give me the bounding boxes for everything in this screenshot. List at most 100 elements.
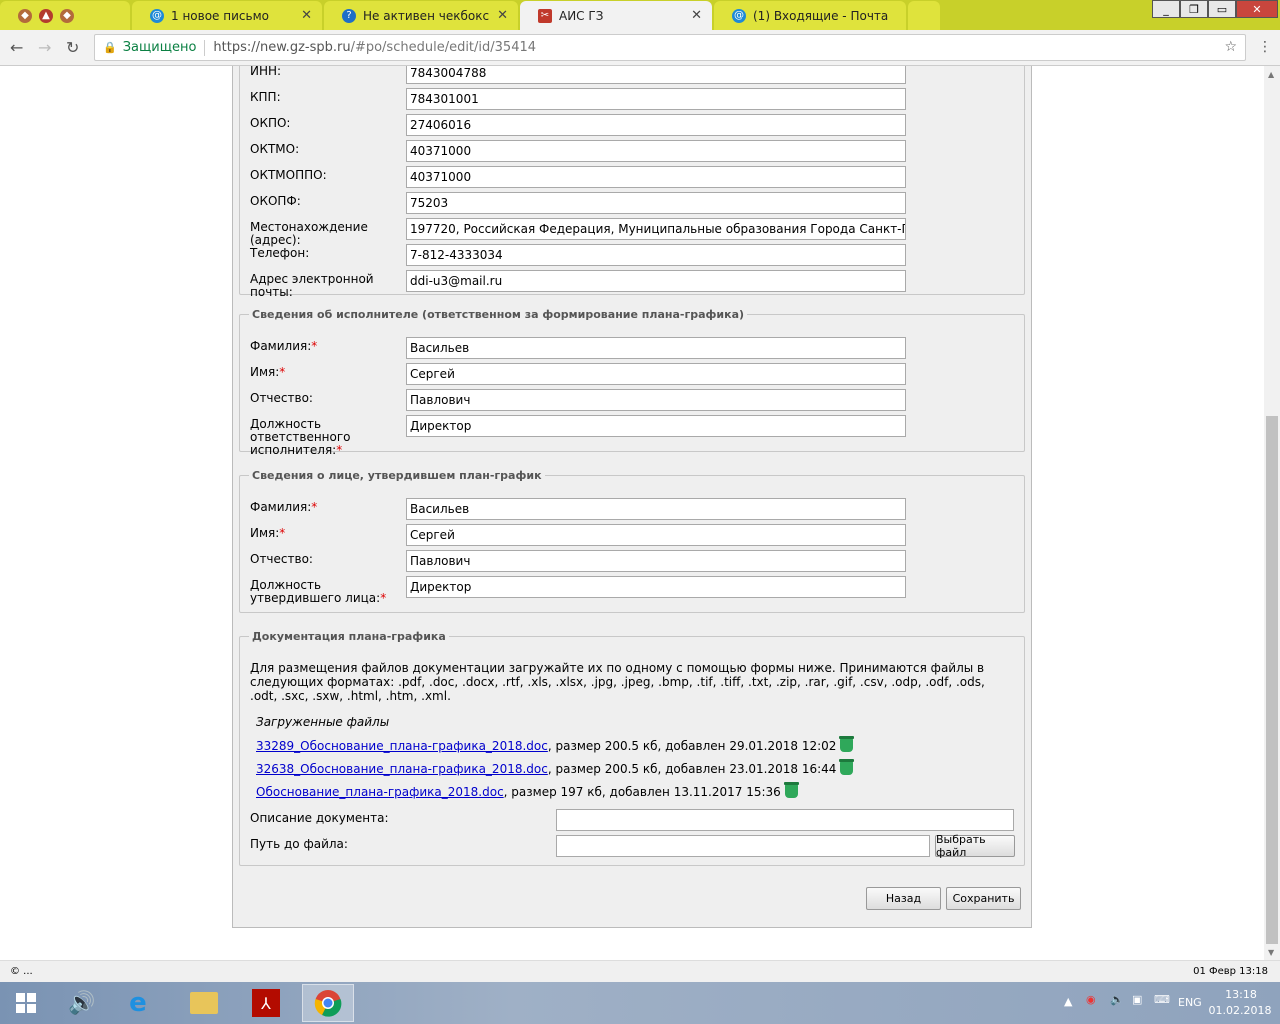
- address-bar[interactable]: 🔒 Защищено https://new.gz-spb.ru /#po/sc…: [94, 34, 1246, 61]
- field-exec-position: Должность ответственного исполнителя:* Д…: [250, 415, 1010, 457]
- minimize-icon[interactable]: _: [1152, 0, 1180, 18]
- restore-icon[interactable]: ❐: [1180, 0, 1208, 18]
- tab-ais-gz[interactable]: ✂ АИС ГЗ ✕: [520, 1, 712, 30]
- network-icon[interactable]: ▣: [1132, 993, 1142, 1006]
- taskbar-ie[interactable]: e: [112, 984, 164, 1022]
- field-appr-lastname: Фамилия:* Васильев: [250, 498, 1010, 520]
- reload-icon[interactable]: ↻: [66, 38, 79, 57]
- required-mark: *: [311, 500, 318, 514]
- keyboard-icon[interactable]: ⌨: [1154, 993, 1170, 1006]
- status-left: © ...: [10, 966, 33, 977]
- page-scrollbar[interactable]: ▲ ▼: [1264, 66, 1280, 960]
- field-doc-description: Описание документа:: [250, 809, 1020, 831]
- forward-arrow-icon[interactable]: →: [38, 38, 51, 57]
- close-icon[interactable]: ✕: [497, 8, 508, 23]
- status-bar: © ... 01 Февр 13:18: [0, 960, 1280, 982]
- file-info: , размер 200.5 кб, добавлен 23.01.2018 1…: [547, 762, 837, 776]
- field-exec-patronymic: Отчество: Павлович: [250, 389, 1010, 411]
- exec-patronymic-input[interactable]: Павлович: [406, 389, 906, 411]
- oktmoppo-input[interactable]: 40371000: [406, 166, 906, 188]
- file-link[interactable]: Обоснование_плана-графика_2018.doc: [256, 785, 504, 799]
- address-input[interactable]: 197720, Российская Федерация, Муниципаль…: [406, 218, 906, 240]
- section-legend: Сведения об исполнителе (ответственном з…: [252, 308, 745, 321]
- file-link[interactable]: 32638_Обоснование_плана-графика_2018.doc: [256, 762, 548, 776]
- tab-title: АИС ГЗ: [559, 8, 604, 23]
- delete-icon[interactable]: [839, 736, 855, 752]
- exec-lastname-input[interactable]: Васильев: [406, 337, 906, 359]
- back-arrow-icon[interactable]: ←: [10, 38, 23, 57]
- appr-lastname-input[interactable]: Васильев: [406, 498, 906, 520]
- file-path-input[interactable]: [556, 835, 930, 857]
- clock-date[interactable]: 01.02.2018: [1200, 1004, 1280, 1017]
- page-viewport: ИНН: 7843004788 КПП: 784301001 ОКПО: 274…: [0, 66, 1264, 960]
- new-tab-button[interactable]: [908, 1, 940, 30]
- field-phone: Телефон: 7-812-4333034: [250, 244, 1010, 266]
- field-label: ОКПО:: [250, 116, 291, 130]
- taskbar-acrobat[interactable]: ⅄: [240, 984, 292, 1022]
- exec-position-input[interactable]: Директор: [406, 415, 906, 437]
- app-icon: ◆: [60, 8, 74, 23]
- scroll-down-icon[interactable]: ▼: [1268, 948, 1274, 957]
- docs-section: Документация плана-графика Для размещени…: [239, 630, 1025, 866]
- maximize-icon[interactable]: ▭: [1208, 0, 1236, 18]
- kpp-input[interactable]: 784301001: [406, 88, 906, 110]
- tab-question[interactable]: ? Не активен чекбокс ККН ✕: [324, 1, 518, 30]
- start-button[interactable]: [0, 984, 52, 1022]
- field-appr-patronymic: Отчество: Павлович: [250, 550, 1010, 572]
- close-icon[interactable]: ✕: [301, 8, 312, 23]
- oktmo-input[interactable]: 40371000: [406, 140, 906, 162]
- field-label: Путь до файла:: [250, 837, 348, 851]
- delete-icon[interactable]: [839, 759, 855, 775]
- close-icon[interactable]: ✕: [691, 8, 702, 23]
- menu-icon[interactable]: ⋮: [1258, 39, 1272, 55]
- tab-pinned[interactable]: ◆ ▲ ◆: [0, 1, 130, 30]
- scroll-up-icon[interactable]: ▲: [1268, 70, 1274, 79]
- uploaded-file: Обоснование_плана-графика_2018.doc, разм…: [256, 782, 799, 799]
- required-mark: *: [279, 365, 286, 379]
- choose-file-button[interactable]: Выбрать файл: [935, 833, 1015, 859]
- appr-firstname-input[interactable]: Сергей: [406, 524, 906, 546]
- org-section: ИНН: 7843004788 КПП: 784301001 ОКПО: 274…: [239, 66, 1025, 299]
- file-info: , размер 200.5 кб, добавлен 29.01.2018 1…: [547, 739, 837, 753]
- required-mark: *: [336, 443, 343, 457]
- appr-patronymic-input[interactable]: Павлович: [406, 550, 906, 572]
- tab-strip: ◆ ▲ ◆ @ 1 новое письмо ✕ ? Не активен че…: [0, 0, 1280, 30]
- volume-icon[interactable]: 🔈: [1110, 993, 1124, 1006]
- exec-firstname-input[interactable]: Сергей: [406, 363, 906, 385]
- field-appr-position: Должность утвердившего лица:* Директор: [250, 576, 1010, 606]
- tools-icon: ✂: [538, 8, 552, 23]
- delete-icon[interactable]: [783, 782, 799, 798]
- tray-expand-icon[interactable]: ▲: [1064, 995, 1072, 1008]
- email-input[interactable]: ddi-u3@mail.ru: [406, 270, 906, 292]
- approver-section: Сведения о лице, утвердившем план-график…: [239, 469, 1025, 613]
- doc-description-input[interactable]: [556, 809, 1014, 831]
- phone-input[interactable]: 7-812-4333034: [406, 244, 906, 266]
- appr-position-input[interactable]: Директор: [406, 576, 906, 598]
- okpo-input[interactable]: 27406016: [406, 114, 906, 136]
- required-mark: *: [380, 591, 387, 605]
- okopf-input[interactable]: 75203: [406, 192, 906, 214]
- taskbar-explorer[interactable]: [178, 984, 230, 1022]
- close-window-icon[interactable]: ✕: [1236, 0, 1278, 18]
- field-label: Отчество:: [250, 552, 313, 566]
- scroll-thumb[interactable]: [1266, 416, 1278, 944]
- language-indicator[interactable]: ENG: [1178, 996, 1202, 1009]
- clock-time[interactable]: 13:18: [1216, 988, 1266, 1001]
- field-oktmo: ОКТМО: 40371000: [250, 140, 1010, 162]
- antivirus-icon[interactable]: ◉: [1086, 993, 1096, 1006]
- field-label: Отчество:: [250, 391, 313, 405]
- tab-mail[interactable]: @ 1 новое письмо ✕: [132, 1, 322, 30]
- back-button[interactable]: Назад: [866, 887, 941, 910]
- field-label: Адрес электронной почты:: [250, 272, 374, 299]
- section-legend: Сведения о лице, утвердившем план-график: [252, 469, 542, 482]
- save-button[interactable]: Сохранить: [946, 887, 1021, 910]
- taskbar-volume-app[interactable]: 🔊: [56, 984, 108, 1022]
- file-link[interactable]: 33289_Обоснование_плана-графика_2018.doc: [256, 739, 548, 753]
- inn-input[interactable]: 7843004788: [406, 66, 906, 84]
- tab-inbox[interactable]: @ (1) Входящие - Почта М: [714, 1, 906, 30]
- star-icon[interactable]: ☆: [1224, 39, 1237, 55]
- taskbar-chrome[interactable]: [302, 984, 354, 1022]
- field-email: Адрес электронной почты: ddi-u3@mail.ru: [250, 270, 1010, 299]
- field-label: Описание документа:: [250, 811, 389, 825]
- at-icon: @: [732, 8, 746, 23]
